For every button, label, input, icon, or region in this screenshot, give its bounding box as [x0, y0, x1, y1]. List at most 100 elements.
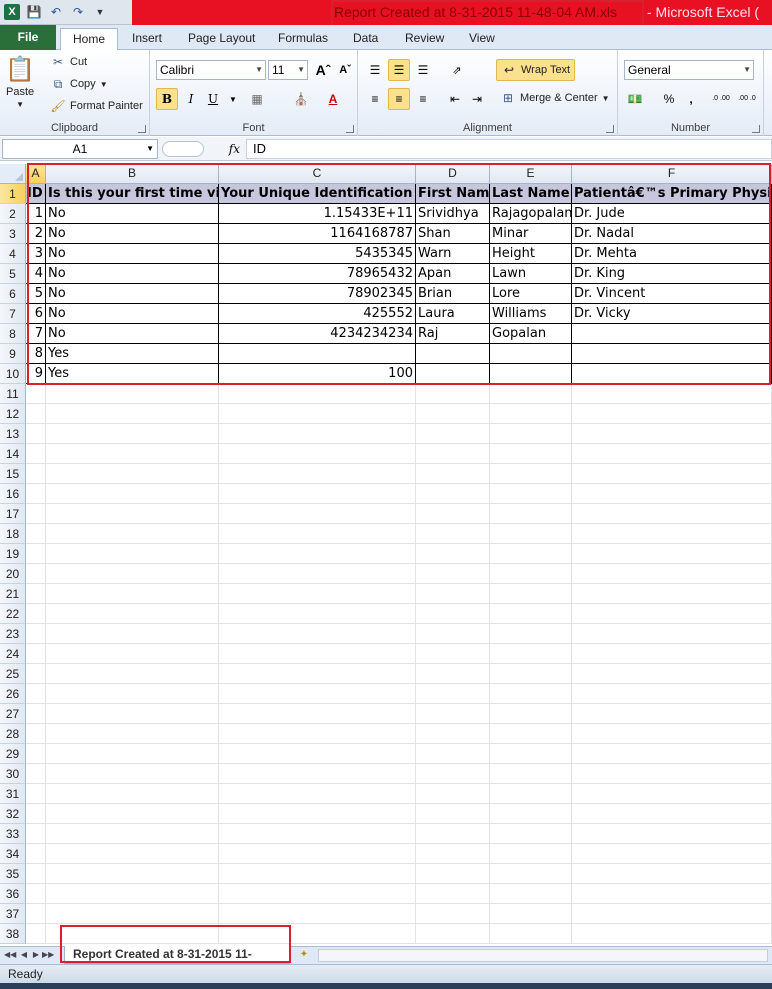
empty-cell[interactable] — [416, 744, 490, 764]
empty-cell[interactable] — [416, 404, 490, 424]
empty-cell[interactable] — [219, 404, 416, 424]
empty-cell[interactable] — [416, 384, 490, 404]
header-cell[interactable]: Is this your first time visit? — [46, 184, 219, 204]
empty-cell[interactable] — [26, 524, 46, 544]
merge-dropdown-icon[interactable]: ▼ — [602, 94, 610, 103]
shrink-font-icon[interactable]: Aˇ — [334, 59, 356, 81]
empty-cell[interactable] — [572, 924, 772, 944]
increase-indent-icon[interactable]: ⇥ — [466, 88, 488, 110]
empty-cell[interactable] — [416, 824, 490, 844]
empty-cell[interactable] — [46, 624, 219, 644]
wrap-text-button[interactable]: ↩ Wrap Text — [496, 59, 576, 81]
decrease-decimal-button[interactable]: .00 .0 — [734, 88, 760, 110]
empty-cell[interactable] — [26, 544, 46, 564]
empty-cell[interactable] — [46, 844, 219, 864]
empty-cell[interactable] — [490, 724, 572, 744]
empty-cell[interactable] — [46, 804, 219, 824]
data-cell[interactable]: 78902345 — [219, 284, 416, 304]
select-all-corner[interactable] — [0, 164, 26, 184]
empty-cell[interactable] — [490, 424, 572, 444]
empty-cell[interactable] — [490, 844, 572, 864]
empty-cell[interactable] — [572, 464, 772, 484]
empty-cell[interactable] — [416, 704, 490, 724]
empty-cell[interactable] — [46, 644, 219, 664]
column-header-f[interactable]: F — [572, 164, 772, 184]
empty-cell[interactable] — [572, 904, 772, 924]
empty-cell[interactable] — [572, 404, 772, 424]
empty-cell[interactable] — [26, 804, 46, 824]
copy-button[interactable]: ⧉ Copy ▼ — [50, 76, 108, 92]
empty-cell[interactable] — [46, 544, 219, 564]
empty-cell[interactable] — [26, 924, 46, 944]
empty-cell[interactable] — [416, 864, 490, 884]
formula-input[interactable]: ID — [246, 139, 772, 159]
empty-cell[interactable] — [572, 604, 772, 624]
empty-cell[interactable] — [572, 544, 772, 564]
row-header[interactable]: 20 — [0, 564, 26, 584]
empty-cell[interactable] — [46, 664, 219, 684]
empty-cell[interactable] — [26, 824, 46, 844]
empty-cell[interactable] — [26, 424, 46, 444]
empty-cell[interactable] — [490, 404, 572, 424]
empty-cell[interactable] — [26, 844, 46, 864]
row-header[interactable]: 18 — [0, 524, 26, 544]
empty-cell[interactable] — [416, 884, 490, 904]
data-cell[interactable]: Yes — [46, 364, 219, 384]
empty-cell[interactable] — [490, 444, 572, 464]
row-header[interactable]: 19 — [0, 544, 26, 564]
empty-cell[interactable] — [572, 584, 772, 604]
empty-cell[interactable] — [416, 924, 490, 944]
number-format-dropdown-icon[interactable]: ▼ — [743, 61, 751, 79]
empty-cell[interactable] — [490, 564, 572, 584]
empty-cell[interactable] — [26, 624, 46, 644]
column-header-d[interactable]: D — [416, 164, 490, 184]
empty-cell[interactable] — [26, 724, 46, 744]
data-cell[interactable]: Shan — [416, 224, 490, 244]
format-painter-button[interactable]: 🖌 Format Painter — [50, 98, 142, 114]
row-header[interactable]: 5 — [0, 264, 26, 284]
empty-cell[interactable] — [46, 784, 219, 804]
data-cell[interactable]: Brian — [416, 284, 490, 304]
row-header[interactable]: 26 — [0, 684, 26, 704]
data-cell[interactable]: Lawn — [490, 264, 572, 284]
data-cell[interactable]: Height — [490, 244, 572, 264]
underline-dropdown-icon[interactable]: ▼ — [222, 88, 244, 110]
empty-cell[interactable] — [572, 844, 772, 864]
empty-cell[interactable] — [46, 724, 219, 744]
data-cell[interactable] — [572, 324, 772, 344]
empty-cell[interactable] — [219, 644, 416, 664]
tab-file[interactable]: File — [0, 25, 56, 50]
empty-cell[interactable] — [572, 524, 772, 544]
align-bottom-icon[interactable]: ☰ — [412, 59, 434, 81]
empty-cell[interactable] — [219, 584, 416, 604]
row-header[interactable]: 23 — [0, 624, 26, 644]
header-cell[interactable]: First Name — [416, 184, 490, 204]
empty-cell[interactable] — [416, 604, 490, 624]
empty-cell[interactable] — [46, 404, 219, 424]
row-header[interactable]: 38 — [0, 924, 26, 944]
data-cell[interactable]: Apan — [416, 264, 490, 284]
align-top-icon[interactable]: ☰ — [364, 59, 386, 81]
empty-cell[interactable] — [26, 744, 46, 764]
row-header[interactable]: 12 — [0, 404, 26, 424]
empty-cell[interactable] — [219, 524, 416, 544]
empty-cell[interactable] — [219, 704, 416, 724]
data-cell[interactable]: Dr. Jude — [572, 204, 772, 224]
excel-logo-icon[interactable]: X — [4, 4, 20, 20]
tab-formulas[interactable]: Formulas — [266, 28, 340, 50]
empty-cell[interactable] — [219, 724, 416, 744]
row-header[interactable]: 35 — [0, 864, 26, 884]
empty-cell[interactable] — [219, 664, 416, 684]
row-header[interactable]: 15 — [0, 464, 26, 484]
empty-cell[interactable] — [416, 624, 490, 644]
borders-icon[interactable]: ▦ — [246, 88, 268, 110]
data-cell[interactable]: 7 — [26, 324, 46, 344]
empty-cell[interactable] — [490, 804, 572, 824]
data-cell[interactable]: 5435345 — [219, 244, 416, 264]
empty-cell[interactable] — [46, 424, 219, 444]
empty-cell[interactable] — [416, 464, 490, 484]
empty-cell[interactable] — [490, 624, 572, 644]
align-middle-icon[interactable]: ☰ — [388, 59, 410, 81]
empty-cell[interactable] — [490, 464, 572, 484]
empty-cell[interactable] — [219, 764, 416, 784]
